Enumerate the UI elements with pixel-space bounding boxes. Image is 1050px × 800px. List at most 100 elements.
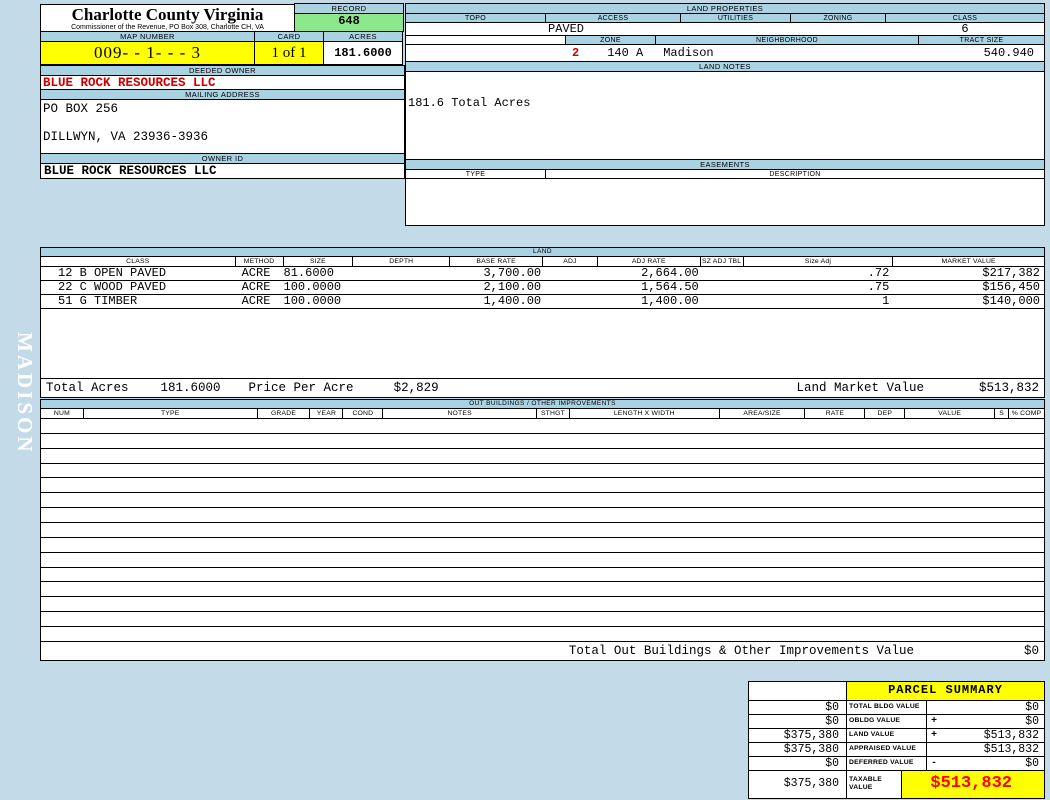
land-cell-base-rate: 1,400.00	[450, 295, 543, 308]
access-col-header: ACCESS	[546, 14, 681, 22]
out-building-empty-row	[41, 434, 1044, 449]
land-col-size-adj: Size Adj	[744, 257, 894, 266]
land-cell-adj	[543, 295, 598, 308]
parcel-summary-title: PARCEL SUMMARY	[846, 682, 1044, 700]
ob-col-num: NUM	[41, 409, 84, 418]
neighborhood-label: NEIGHBORHOOD	[656, 36, 919, 44]
land-cell-market-value: $140,000	[893, 295, 1044, 308]
county-title: Charlotte County Virginia	[41, 5, 294, 24]
land-cell-method: ACRE	[236, 267, 284, 280]
row-label: DEFERRED VALUE	[846, 757, 926, 770]
county-title-box: Charlotte County Virginia Commissioner o…	[40, 4, 295, 32]
zone-value: 2	[572, 45, 579, 61]
land-cell-adj-rate: 1,400.00	[598, 295, 701, 308]
parcel-summary-row-obldg: $0 OBLDG VALUE + $0	[749, 714, 1044, 728]
land-cell-size: 100.0000	[284, 281, 354, 294]
zone-label: ZONE	[566, 36, 656, 44]
land-cell-depth	[354, 295, 451, 308]
easement-type-header: TYPE	[406, 170, 546, 178]
land-col-size: SIZE	[284, 257, 354, 266]
out-buildings-rows	[41, 419, 1044, 642]
land-cell-size: 100.0000	[284, 295, 354, 308]
land-table-title: LAND	[41, 248, 1044, 257]
row-value: $0	[941, 757, 1044, 770]
acres-value: 181.6000	[323, 41, 403, 65]
row-value: $513,832	[941, 743, 1044, 756]
land-properties-values-row: PAVED 6	[405, 22, 1045, 36]
land-cell-sz-adj-tbl	[701, 267, 744, 280]
prior-value: $0	[749, 701, 846, 714]
ob-col-s: S	[995, 409, 1009, 418]
land-col-adj: ADJ	[543, 257, 598, 266]
land-market-value-label: Land Market Value	[796, 381, 924, 395]
ob-col-rate: RATE	[805, 409, 865, 418]
tract-size-label: TRACT SIZE	[919, 36, 1044, 44]
row-label: OBLDG VALUE	[846, 715, 926, 728]
out-building-empty-row	[41, 597, 1044, 612]
zone-values-row: 2 140 A Madison 540.940	[405, 44, 1045, 62]
land-cell-size-adj: .72	[744, 267, 894, 280]
ob-col-area-size: AREA/SIZE	[720, 409, 806, 418]
card-value: 1 of 1	[254, 41, 324, 65]
row-value: $513,832	[941, 729, 1044, 742]
parcel-summary-row-appraised: $375,380 APPRAISED VALUE $513,832	[749, 742, 1044, 756]
parcel-summary-row-land: $375,380 LAND VALUE + $513,832	[749, 728, 1044, 742]
land-col-method: METHOD	[236, 257, 284, 266]
land-row: 51 G TIMBER ACRE 100.0000 1,400.00 1,400…	[41, 295, 1044, 309]
class-col-header: CLASS	[886, 14, 1044, 22]
land-cell-method: ACRE	[236, 295, 284, 308]
parcel-summary: PARCEL SUMMARY $0 TOTAL BLDG VALUE $0 $0…	[748, 681, 1045, 799]
land-cell-adj	[543, 281, 598, 294]
ob-col-pct-comp: % COMP	[1009, 409, 1044, 418]
row-operator: +	[926, 729, 941, 742]
out-building-empty-row	[41, 508, 1044, 523]
ob-col-cond: COND	[343, 409, 383, 418]
ob-col-year: YEAR	[310, 409, 343, 418]
land-col-market-value: MARKET VALUE	[893, 257, 1044, 266]
land-col-depth: DEPTH	[353, 257, 450, 266]
prior-value: $375,380	[749, 743, 846, 756]
record-value: 648	[294, 13, 404, 32]
mailing-address-box: PO BOX 256 DILLWYN, VA 23936-3936	[40, 99, 405, 154]
map-number-box: MAP NUMBER 009- - 1- - - 3	[40, 32, 255, 66]
class-value: 6	[886, 23, 1044, 35]
row-operator: -	[926, 757, 941, 770]
land-row: 22 C WOOD PAVED ACRE 100.0000 2,100.00 1…	[41, 281, 1044, 295]
land-cell-class: 22 C WOOD PAVED	[41, 281, 236, 294]
neighborhood-value: Madison	[663, 45, 713, 61]
out-building-empty-row	[41, 612, 1044, 627]
land-cell-size-adj: .75	[744, 281, 894, 294]
land-col-sz-adj-tbl: SZ ADJ TBL	[701, 257, 744, 266]
ob-col-length-width: LENGTH X WIDTH	[570, 409, 720, 418]
land-cell-adj-rate: 1,564.50	[598, 281, 701, 294]
out-building-empty-row	[41, 582, 1044, 597]
land-cell-market-value: $156,450	[893, 281, 1044, 294]
land-cell-base-rate: 3,700.00	[450, 267, 543, 280]
zone-header-row: ZONE NEIGHBORHOOD TRACT SIZE	[405, 35, 1045, 45]
map-number-value: 009- - 1- - - 3	[40, 41, 255, 65]
topo-value	[406, 23, 546, 35]
land-properties-header-row: TOPO ACCESS UTILITIES ZONING CLASS	[405, 13, 1045, 23]
owner-id-value: BLUE ROCK RESOURCES LLC	[40, 163, 405, 179]
out-building-empty-row	[41, 493, 1044, 508]
topo-col-header: TOPO	[406, 14, 546, 22]
row-label: APPRAISED VALUE	[846, 743, 926, 756]
zoning-col-header: ZONING	[791, 14, 886, 22]
zone-code: 140 A	[607, 45, 643, 61]
out-building-empty-row	[41, 464, 1044, 479]
land-cell-class: 12 B OPEN PAVED	[41, 267, 236, 280]
easements-empty-area	[405, 178, 1045, 226]
ob-total-value: $0	[1024, 644, 1039, 658]
zone-blank-cell	[406, 36, 566, 44]
out-building-empty-row	[41, 568, 1044, 583]
out-buildings-header: NUM TYPE GRADE YEAR COND NOTES STHGT LEN…	[41, 409, 1044, 419]
row-label: TAXABLE VALUE	[846, 771, 901, 798]
parcel-summary-row-deferred: $0 DEFERRED VALUE - $0	[749, 756, 1044, 770]
out-building-empty-row	[41, 449, 1044, 464]
access-value: PAVED	[546, 23, 681, 35]
out-building-empty-row	[41, 419, 1044, 434]
land-col-adj-rate: ADJ RATE	[598, 257, 701, 266]
land-notes-text: 181.6 Total Acres	[405, 71, 1045, 160]
row-value: $0	[941, 715, 1044, 728]
ob-col-grade: GRADE	[258, 409, 311, 418]
